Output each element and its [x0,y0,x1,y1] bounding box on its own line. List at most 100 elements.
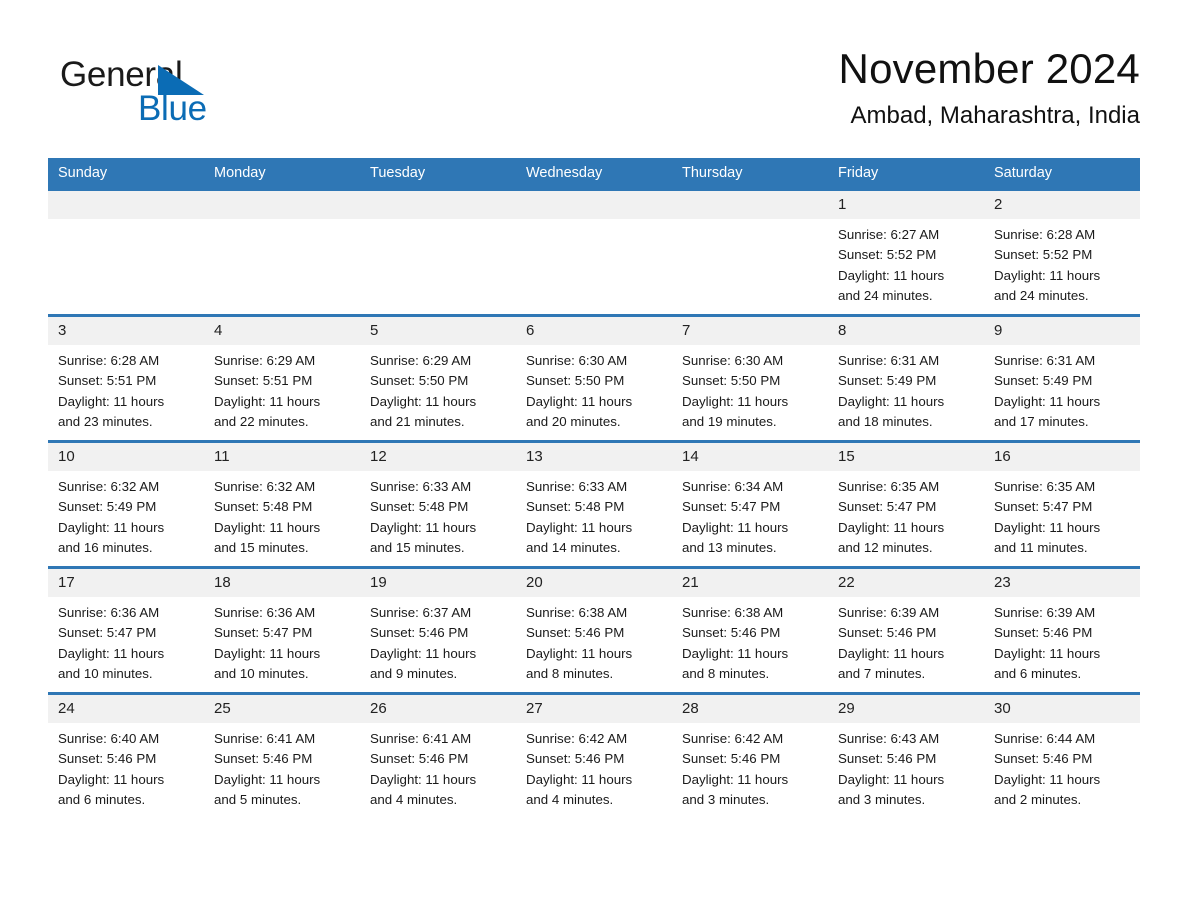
calendar-day-cell[interactable]: 5 Sunrise: 6:29 AM Sunset: 5:50 PM Daylight… [360,314,516,442]
day-number [48,191,204,219]
title-block: November 2024 Ambad, Maharashtra, India [839,42,1140,132]
daylight-text-line2: and 24 minutes. [838,287,933,303]
calendar-day-cell[interactable]: 24 Sunrise: 6:40 AM Sunset: 5:46 PM Dayligh… [48,692,204,818]
sunrise-text: Sunrise: 6:41 AM [214,731,316,746]
sunrise-text: Sunrise: 6:29 AM [370,353,472,368]
daylight-text-line1: Daylight: 11 hours [214,771,321,787]
daylight-text-line1: Daylight: 11 hours [58,645,165,661]
day-number: 30 [984,695,1140,723]
weekday-header-sunday: Sunday [48,158,204,190]
sunset-text: Sunset: 5:46 PM [526,751,625,767]
sunrise-text: Sunrise: 6:34 AM [682,479,784,494]
sunset-text: Sunset: 5:49 PM [58,499,157,515]
day-sun-info: Sunrise: 6:30 AM Sunset: 5:50 PM Daylight:… [516,345,672,432]
sunset-text: Sunset: 5:51 PM [214,373,313,389]
calendar-cell-empty [204,188,360,316]
calendar-day-cell[interactable]: 17 Sunrise: 6:36 AM Sunset: 5:47 PM Dayligh… [48,566,204,694]
day-number [516,191,672,219]
sunrise-text: Sunrise: 6:33 AM [526,479,628,494]
day-sun-info: Sunrise: 6:39 AM Sunset: 5:46 PM Daylight:… [828,597,984,684]
calendar-table: Sunday Monday Tuesday Wednesday Thursday… [48,158,1140,818]
calendar-day-cell[interactable]: 16 Sunrise: 6:35 AM Sunset: 5:47 PM Dayligh… [984,440,1140,568]
daylight-text-line2: and 22 minutes. [214,413,309,429]
daylight-text-line1: Daylight: 11 hours [838,645,945,661]
calendar-day-cell[interactable]: 7 Sunrise: 6:30 AM Sunset: 5:50 PM Daylight… [672,314,828,442]
daylight-text-line1: Daylight: 11 hours [214,519,321,535]
calendar-week-row: 17 Sunrise: 6:36 AM Sunset: 5:47 PM Dayligh… [48,566,1140,694]
calendar-day-cell[interactable]: 3 Sunrise: 6:28 AM Sunset: 5:51 PM Daylight… [48,314,204,442]
sunset-text: Sunset: 5:47 PM [682,499,781,515]
day-sun-info: Sunrise: 6:33 AM Sunset: 5:48 PM Daylight:… [516,471,672,558]
day-number: 12 [360,443,516,471]
calendar-day-cell[interactable]: 13 Sunrise: 6:33 AM Sunset: 5:48 PM Dayligh… [516,440,672,568]
calendar-day-cell[interactable]: 11 Sunrise: 6:32 AM Sunset: 5:48 PM Dayligh… [204,440,360,568]
sunset-text: Sunset: 5:48 PM [526,499,625,515]
sunset-text: Sunset: 5:50 PM [682,373,781,389]
day-number: 13 [516,443,672,471]
day-number: 11 [204,443,360,471]
day-number: 10 [48,443,204,471]
sunset-text: Sunset: 5:46 PM [214,751,313,767]
day-sun-info: Sunrise: 6:42 AM Sunset: 5:46 PM Daylight:… [516,723,672,810]
daylight-text-line1: Daylight: 11 hours [682,393,789,409]
daylight-text-line2: and 17 minutes. [994,413,1089,429]
sunrise-text: Sunrise: 6:39 AM [838,605,940,620]
calendar-day-cell[interactable]: 22 Sunrise: 6:39 AM Sunset: 5:46 PM Dayligh… [828,566,984,694]
day-sun-info: Sunrise: 6:28 AM Sunset: 5:51 PM Daylight:… [48,345,204,432]
sunset-text: Sunset: 5:52 PM [994,247,1093,263]
calendar-day-cell[interactable]: 28 Sunrise: 6:42 AM Sunset: 5:46 PM Dayligh… [672,692,828,818]
day-number: 7 [672,317,828,345]
daylight-text-line1: Daylight: 11 hours [682,645,789,661]
calendar-day-cell[interactable]: 27 Sunrise: 6:42 AM Sunset: 5:46 PM Dayligh… [516,692,672,818]
daylight-text-line2: and 10 minutes. [58,665,153,681]
calendar-day-cell[interactable]: 4 Sunrise: 6:29 AM Sunset: 5:51 PM Daylight… [204,314,360,442]
daylight-text-line1: Daylight: 11 hours [994,393,1101,409]
weekday-header-monday: Monday [204,158,360,190]
calendar-day-cell[interactable]: 26 Sunrise: 6:41 AM Sunset: 5:46 PM Dayligh… [360,692,516,818]
day-sun-info: Sunrise: 6:34 AM Sunset: 5:47 PM Daylight:… [672,471,828,558]
calendar-day-cell[interactable]: 9 Sunrise: 6:31 AM Sunset: 5:49 PM Daylight… [984,314,1140,442]
sunrise-text: Sunrise: 6:30 AM [526,353,628,368]
sunset-text: Sunset: 5:46 PM [994,751,1093,767]
calendar-day-cell[interactable]: 8 Sunrise: 6:31 AM Sunset: 5:49 PM Daylight… [828,314,984,442]
calendar-day-cell[interactable]: 20 Sunrise: 6:38 AM Sunset: 5:46 PM Dayligh… [516,566,672,694]
day-number: 23 [984,569,1140,597]
sunrise-text: Sunrise: 6:40 AM [58,731,160,746]
calendar-day-cell[interactable]: 30 Sunrise: 6:44 AM Sunset: 5:46 PM Dayligh… [984,692,1140,818]
calendar-day-cell[interactable]: 14 Sunrise: 6:34 AM Sunset: 5:47 PM Dayligh… [672,440,828,568]
day-number: 2 [984,191,1140,219]
daylight-text-line1: Daylight: 11 hours [58,519,165,535]
calendar-day-cell[interactable]: 12 Sunrise: 6:33 AM Sunset: 5:48 PM Dayligh… [360,440,516,568]
weekday-header-thursday: Thursday [672,158,828,190]
calendar-day-cell[interactable]: 1 Sunrise: 6:27 AM Sunset: 5:52 PM Daylight… [828,188,984,316]
day-number: 21 [672,569,828,597]
calendar-day-cell[interactable]: 2 Sunrise: 6:28 AM Sunset: 5:52 PM Daylight… [984,188,1140,316]
location-subtitle: Ambad, Maharashtra, India [850,102,1141,129]
logo-text-blue: Blue [138,89,207,128]
day-number: 19 [360,569,516,597]
calendar-day-cell[interactable]: 19 Sunrise: 6:37 AM Sunset: 5:46 PM Dayligh… [360,566,516,694]
day-number: 15 [828,443,984,471]
day-number: 17 [48,569,204,597]
sunrise-text: Sunrise: 6:38 AM [682,605,784,620]
calendar-day-cell[interactable]: 10 Sunrise: 6:32 AM Sunset: 5:49 PM Dayligh… [48,440,204,568]
calendar-day-cell[interactable]: 23 Sunrise: 6:39 AM Sunset: 5:46 PM Dayligh… [984,566,1140,694]
calendar-day-cell[interactable]: 6 Sunrise: 6:30 AM Sunset: 5:50 PM Daylight… [516,314,672,442]
daylight-text-line1: Daylight: 11 hours [838,267,945,283]
calendar-day-cell[interactable]: 29 Sunrise: 6:43 AM Sunset: 5:46 PM Dayligh… [828,692,984,818]
day-number: 26 [360,695,516,723]
calendar-week-row: 24 Sunrise: 6:40 AM Sunset: 5:46 PM Dayligh… [48,692,1140,818]
weekday-header-tuesday: Tuesday [360,158,516,190]
generalblue-logo[interactable]: General Blue [60,56,260,128]
day-number: 14 [672,443,828,471]
sunrise-text: Sunrise: 6:35 AM [994,479,1096,494]
calendar-day-cell[interactable]: 15 Sunrise: 6:35 AM Sunset: 5:47 PM Dayligh… [828,440,984,568]
calendar-day-cell[interactable]: 25 Sunrise: 6:41 AM Sunset: 5:46 PM Dayligh… [204,692,360,818]
calendar-day-cell[interactable]: 18 Sunrise: 6:36 AM Sunset: 5:47 PM Dayligh… [204,566,360,694]
day-sun-info: Sunrise: 6:32 AM Sunset: 5:49 PM Daylight:… [48,471,204,558]
daylight-text-line1: Daylight: 11 hours [682,771,789,787]
daylight-text-line2: and 18 minutes. [838,413,933,429]
calendar-day-cell[interactable]: 21 Sunrise: 6:38 AM Sunset: 5:46 PM Dayligh… [672,566,828,694]
sunrise-text: Sunrise: 6:28 AM [58,353,160,368]
sunset-text: Sunset: 5:46 PM [682,751,781,767]
